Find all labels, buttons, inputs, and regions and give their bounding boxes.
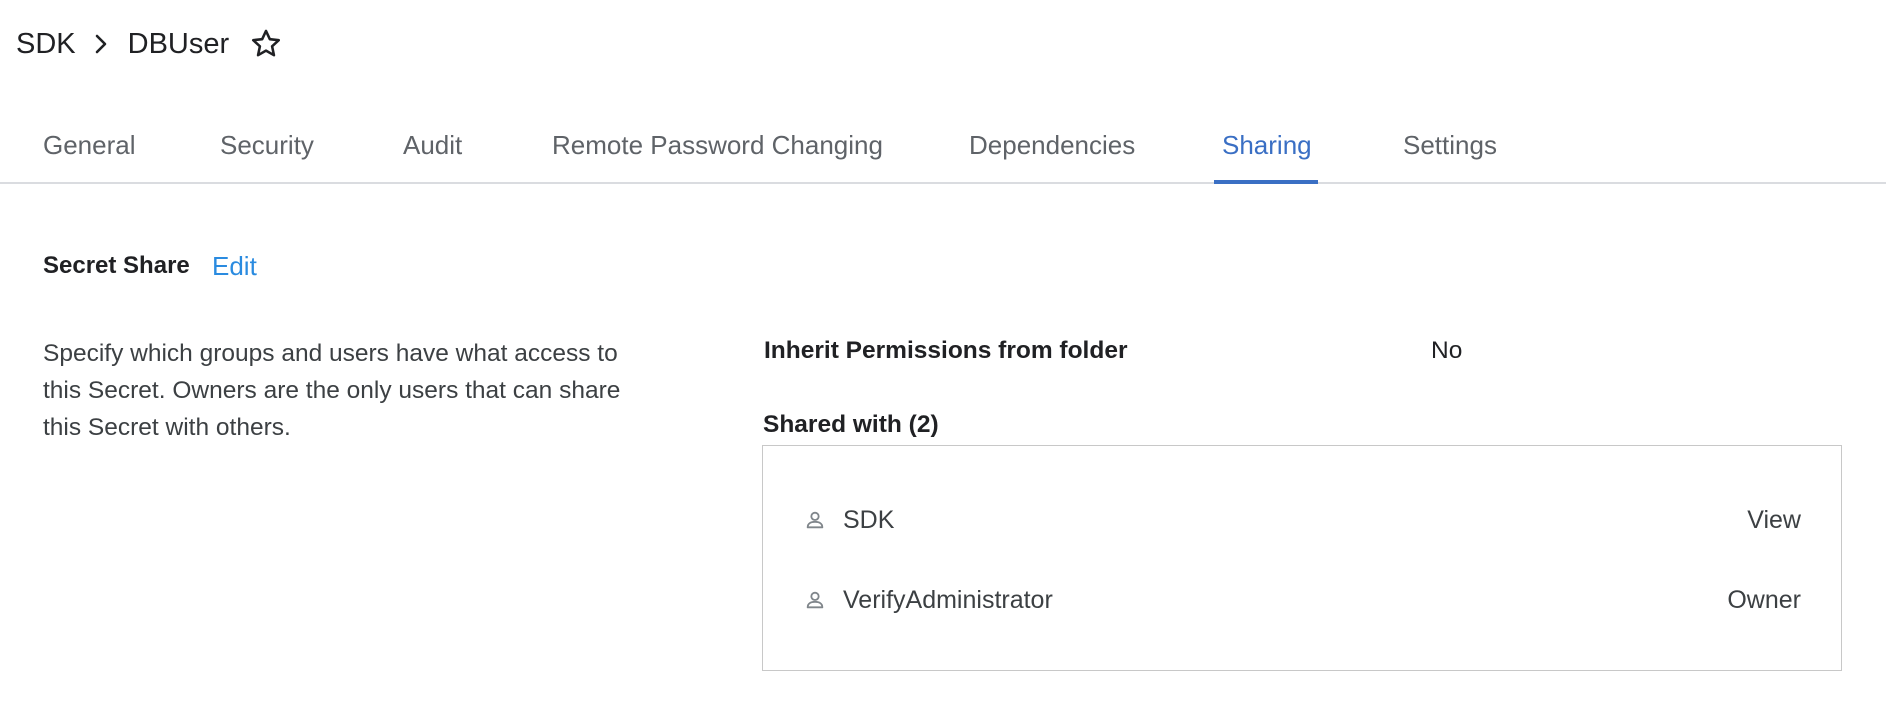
shared-user-name: VerifyAdministrator — [843, 585, 1053, 614]
shared-user-permission: View — [1747, 505, 1801, 534]
active-tab-indicator — [1214, 180, 1318, 184]
page-title: DBUser — [127, 27, 230, 60]
list-item: SDK View — [803, 500, 1801, 540]
chevron-right-icon — [88, 33, 114, 55]
breadcrumb-parent-link[interactable]: SDK — [16, 28, 76, 61]
tab-bar: General Security Audit Remote Password C… — [0, 118, 1886, 184]
shared-with-title: Shared with (2) — [763, 411, 939, 438]
shared-user-permission: Owner — [1727, 585, 1801, 614]
inherit-permissions-value: No — [1431, 337, 1463, 364]
edit-link[interactable]: Edit — [212, 251, 257, 282]
tab-audit[interactable]: Audit — [403, 130, 462, 161]
list-item: VerifyAdministrator Owner — [803, 580, 1801, 620]
breadcrumb: SDK DBUser — [16, 22, 283, 66]
tab-security[interactable]: Security — [220, 130, 314, 161]
section-title: Secret Share — [43, 252, 190, 279]
tab-settings[interactable]: Settings — [1403, 130, 1497, 161]
tab-dependencies[interactable]: Dependencies — [969, 130, 1135, 161]
star-icon[interactable] — [249, 27, 283, 61]
user-icon — [803, 588, 827, 612]
shared-user-name: SDK — [843, 505, 895, 534]
user-icon — [803, 508, 827, 532]
inherit-permissions-label: Inherit Permissions from folder — [764, 337, 1128, 364]
tab-remote-password-changing[interactable]: Remote Password Changing — [552, 130, 883, 161]
shared-with-list: SDK View VerifyAdministrator Owner — [762, 445, 1842, 671]
section-description: Specify which groups and users have what… — [43, 340, 621, 441]
tab-sharing[interactable]: Sharing — [1222, 130, 1312, 161]
tab-general[interactable]: General — [43, 130, 136, 161]
